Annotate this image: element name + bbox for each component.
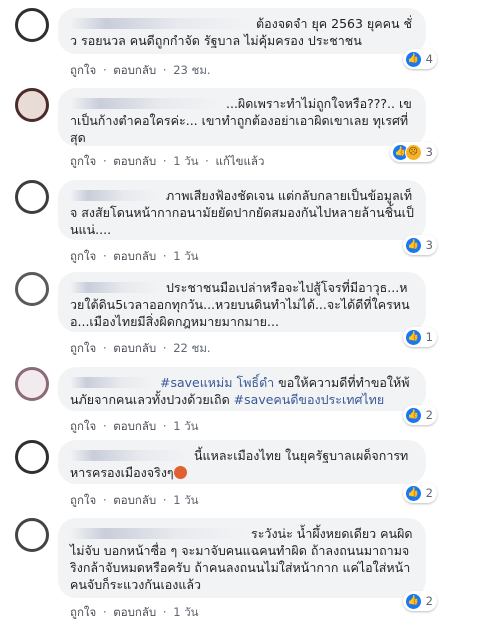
hashtag-link[interactable]: #saveคนดีของประเทศไทย	[234, 392, 385, 407]
reaction-count: 3	[425, 238, 433, 252]
angry-face-emoji-icon	[173, 466, 187, 479]
like-link[interactable]: ถูกใจ	[70, 605, 96, 619]
comment-actions: ถูกใจ · ตอบกลับ · 1 วัน	[70, 492, 199, 510]
comment-actions: ถูกใจ · ตอบกลับ · 1 วัน · แก้ไขแล้ว	[70, 153, 264, 171]
separator: ·	[162, 249, 167, 263]
comment-time[interactable]: 1 วัน	[173, 419, 198, 433]
comment-bubble: #saveแหม่ม โพธิ์ดำ ขอให้ความดีที่ทำขอให้…	[58, 367, 426, 411]
reaction-count: 3	[425, 145, 433, 159]
like-link[interactable]: ถูกใจ	[70, 341, 96, 355]
separator: ·	[162, 63, 167, 77]
like-icon: 👍	[404, 50, 422, 68]
separator: ·	[102, 249, 107, 263]
separator: ·	[102, 605, 107, 619]
reply-link[interactable]: ตอบกลับ	[113, 419, 156, 433]
reaction-summary[interactable]: 👍 3	[402, 235, 437, 255]
separator: ·	[102, 63, 107, 77]
comment-time[interactable]: 22 ชม.	[173, 341, 210, 355]
comment-bubble: นี้แหละเมืองไทย ในยุครัฐบาลเผด็จการทหารค…	[58, 440, 426, 484]
like-icon: 👍	[404, 592, 422, 610]
reaction-count: 1	[425, 330, 433, 344]
commenter-name-redacted[interactable]	[70, 282, 160, 293]
avatar[interactable]	[15, 440, 49, 474]
hashtag-link[interactable]: #saveแหม่ม โพธิ์ดำ	[160, 375, 274, 390]
commenter-name-redacted[interactable]	[70, 190, 160, 201]
reaction-count: 4	[425, 52, 433, 66]
reaction-summary[interactable]: 👍 2	[402, 405, 437, 425]
comment-actions: ถูกใจ · ตอบกลับ · 22 ชม.	[70, 340, 211, 358]
like-link[interactable]: ถูกใจ	[70, 493, 96, 507]
reaction-summary[interactable]: 👍 1	[402, 327, 437, 347]
separator: ·	[102, 154, 107, 168]
separator: ·	[102, 493, 107, 507]
comment-actions: ถูกใจ · ตอบกลับ · 1 วัน	[70, 418, 199, 436]
reaction-count: 2	[425, 594, 433, 608]
comment-time[interactable]: 1 วัน	[173, 249, 198, 263]
avatar[interactable]	[15, 8, 49, 42]
avatar[interactable]	[15, 180, 49, 214]
comment-actions: ถูกใจ · ตอบกลับ · 23 ชม.	[70, 62, 211, 80]
comment-actions: ถูกใจ · ตอบกลับ · 1 วัน	[70, 604, 199, 622]
reaction-count: 2	[425, 408, 433, 422]
reply-link[interactable]: ตอบกลับ	[113, 154, 156, 168]
comment-bubble: ...ผิดเพราะทำไม่ถูกใจหรือ???.. เขาเป็นก้…	[58, 88, 426, 146]
reply-link[interactable]: ตอบกลับ	[113, 493, 156, 507]
reaction-count: 2	[425, 486, 433, 500]
commenter-name-redacted[interactable]	[70, 450, 188, 461]
separator: ·	[102, 419, 107, 433]
reaction-summary[interactable]: 👍 2	[402, 591, 437, 611]
avatar[interactable]	[15, 88, 49, 122]
separator: ·	[205, 154, 209, 168]
comment-bubble: ต้องจดจำ ยุค 2563 ยุคคน ชั่ว รอยนวล คนดี…	[58, 8, 426, 54]
edited-link[interactable]: แก้ไขแล้ว	[215, 154, 264, 168]
avatar[interactable]	[15, 367, 49, 401]
like-icon: 👍	[404, 406, 422, 424]
reply-link[interactable]: ตอบกลับ	[113, 63, 156, 77]
commenter-name-redacted[interactable]	[70, 377, 154, 388]
like-icon: 👍	[404, 484, 422, 502]
reply-link[interactable]: ตอบกลับ	[113, 249, 156, 263]
reaction-summary[interactable]: 👍 4	[402, 49, 437, 69]
comment-time[interactable]: 23 ชม.	[173, 63, 210, 77]
separator: ·	[162, 154, 167, 168]
like-link[interactable]: ถูกใจ	[70, 249, 96, 263]
reaction-summary[interactable]: 👍 ☹ 3	[389, 142, 437, 162]
separator: ·	[162, 605, 167, 619]
sad-icon: ☹	[404, 143, 422, 161]
reply-link[interactable]: ตอบกลับ	[113, 605, 156, 619]
separator: ·	[162, 493, 167, 507]
reply-link[interactable]: ตอบกลับ	[113, 341, 156, 355]
like-icon: 👍	[404, 328, 422, 346]
separator: ·	[162, 419, 167, 433]
like-link[interactable]: ถูกใจ	[70, 154, 96, 168]
comment-time[interactable]: 1 วัน	[173, 493, 198, 507]
like-icon: 👍	[404, 236, 422, 254]
comment-actions: ถูกใจ · ตอบกลับ · 1 วัน	[70, 248, 199, 266]
avatar[interactable]	[15, 518, 49, 552]
commenter-name-redacted[interactable]	[70, 18, 250, 29]
comment-time[interactable]: 1 วัน	[173, 605, 198, 619]
avatar[interactable]	[15, 272, 49, 306]
commenter-name-redacted[interactable]	[70, 98, 220, 109]
comment-bubble: ภาพเสียงฟ้องชัดเจน แต่กลับกลายเป็นข้อมูล…	[58, 180, 426, 240]
comment-time[interactable]: 1 วัน	[173, 154, 198, 168]
commenter-name-redacted[interactable]	[70, 528, 245, 539]
like-link[interactable]: ถูกใจ	[70, 419, 96, 433]
separator: ·	[102, 341, 107, 355]
like-link[interactable]: ถูกใจ	[70, 63, 96, 77]
reaction-summary[interactable]: 👍 2	[402, 483, 437, 503]
comment-bubble: ประชาชนมือเปล่าหรือจะไปสู้โจรที่มีอาวุธ.…	[58, 272, 426, 332]
separator: ·	[162, 341, 167, 355]
comment-bubble: ระวังน่ะ น้ำผึ้งหยดเดียว คนผิดไม่จับ บอก…	[58, 518, 426, 598]
